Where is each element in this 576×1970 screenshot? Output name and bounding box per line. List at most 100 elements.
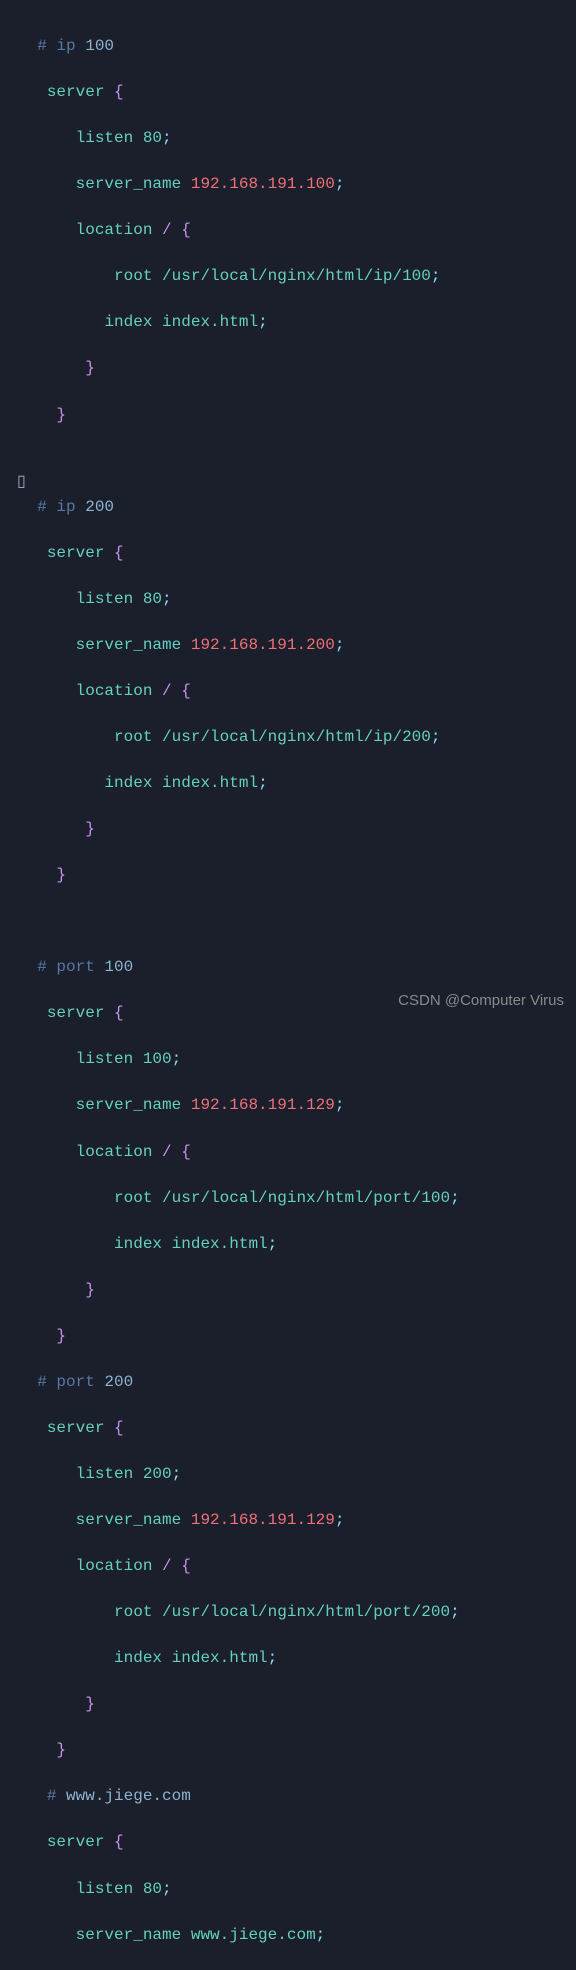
index-keyword: index [104,313,152,331]
server-open: server { [18,81,576,104]
semicolon: ; [431,267,441,285]
root-keyword: root [114,728,152,746]
location-keyword: location [76,1557,153,1575]
semicolon: ; [335,175,345,193]
location-path: / [162,682,172,700]
location-line: location / { [18,1141,576,1164]
semicolon: ; [335,1096,345,1114]
location-line: location / { [18,1555,576,1578]
servername-line: server_name 192.168.191.200; [18,634,576,657]
comment-text: # port [37,958,104,976]
servername-keyword: server_name [76,1511,182,1529]
listen-line: listen 80; [18,127,576,150]
location-path: / [162,1143,172,1161]
listen-value: 100 [143,1050,172,1068]
brace-open: { [181,682,191,700]
brace-close: } [85,1695,95,1713]
servername-line: server_name 192.168.191.100; [18,173,576,196]
server-open: server { [18,1417,576,1440]
root-value: /usr/local/nginx/html/port/100 [162,1189,450,1207]
location-keyword: location [76,221,153,239]
root-value: /usr/local/nginx/html/port/200 [162,1603,450,1621]
comment-text: # ip [37,37,85,55]
brace-close-line: } [18,404,576,427]
root-line: root /usr/local/nginx/html/port/100; [18,1187,576,1210]
server-open: server { [18,542,576,565]
comment-line: # www.jiege.com [18,1785,576,1808]
servername-keyword: server_name [76,636,182,654]
location-keyword: location [76,1143,153,1161]
watermark-text: CSDN @Computer Virus [398,990,564,1012]
semicolon: ; [335,1511,345,1529]
servername-line: server_name 192.168.191.129; [18,1094,576,1117]
index-line: index index.html; [18,311,576,334]
semicolon: ; [316,1926,326,1944]
comment-line: # ip 100 [18,35,576,58]
semicolon: ; [258,774,268,792]
index-value: index.html [162,774,258,792]
semicolon: ; [450,1603,460,1621]
cursor-icon: ▯ [17,471,26,494]
location-line: location / { [18,219,576,242]
listen-value: 80 [143,129,162,147]
servername-value: www.jiege.com [191,1926,316,1944]
servername-line: server_name www.jiege.com; [18,1924,576,1947]
root-line: root /usr/local/nginx/html/ip/200; [18,726,576,749]
comment-number: 200 [85,498,114,516]
brace-close-line: } [18,357,576,380]
listen-value: 80 [143,590,162,608]
comment-number: 100 [85,37,114,55]
listen-keyword: listen [76,129,134,147]
index-line: index index.html; [18,1647,576,1670]
index-line: index index.html; [18,772,576,795]
semicolon: ; [162,590,172,608]
brace-open: { [114,83,124,101]
brace-close: } [56,866,66,884]
root-line: root /usr/local/nginx/html/ip/100; [18,265,576,288]
servername-keyword: server_name [76,1096,182,1114]
brace-close: } [56,406,66,424]
semicolon: ; [431,728,441,746]
blank-line [18,450,576,473]
brace-open: { [181,1557,191,1575]
brace-open: { [114,1419,124,1437]
servername-keyword: server_name [76,1926,182,1944]
brace-close-line: } [18,864,576,887]
semicolon: ; [258,313,268,331]
brace-close-line: } [18,1739,576,1762]
listen-keyword: listen [76,1465,134,1483]
comment-line: # ip 200 [18,496,576,519]
comment-line: # port 100 [18,956,576,979]
index-keyword: index [114,1649,162,1667]
blank-line [18,910,576,933]
semicolon: ; [172,1050,182,1068]
brace-close: } [85,820,95,838]
comment-number: 100 [104,958,133,976]
location-path: / [162,1557,172,1575]
comment-text: # port [37,1373,104,1391]
brace-open: { [181,1143,191,1161]
semicolon: ; [172,1465,182,1483]
server-keyword: server [47,83,105,101]
comment-text: # ip [37,498,85,516]
listen-keyword: listen [76,1880,134,1898]
brace-close: } [85,359,95,377]
index-value: index.html [172,1649,268,1667]
brace-close: } [56,1741,66,1759]
listen-line: listen 100; [18,1048,576,1071]
root-keyword: root [114,1603,152,1621]
server-keyword: server [47,544,105,562]
location-line: location / { [18,680,576,703]
brace-close-line: } [18,1693,576,1716]
listen-line: listen 200; [18,1463,576,1486]
semicolon: ; [268,1235,278,1253]
servername-value: 192.168.191.129 [191,1511,335,1529]
semicolon: ; [162,1880,172,1898]
servername-value: 192.168.191.100 [191,175,335,193]
root-keyword: root [114,1189,152,1207]
server-keyword: server [47,1833,105,1851]
listen-keyword: listen [76,1050,134,1068]
comment-url: www.jiege.com [66,1787,191,1805]
semicolon: ; [450,1189,460,1207]
brace-close: } [56,1327,66,1345]
